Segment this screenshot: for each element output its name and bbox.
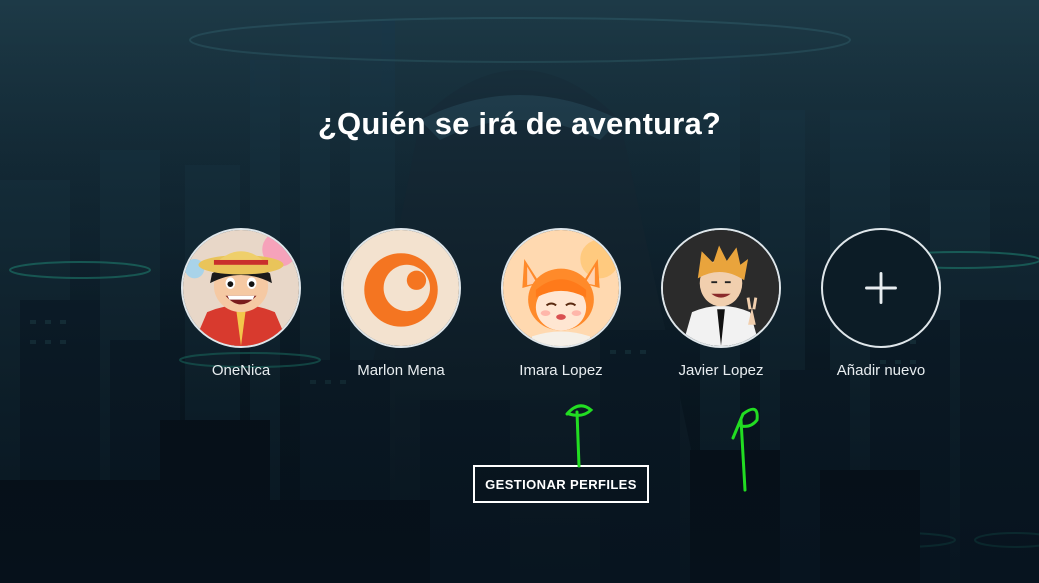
- page-title: ¿Quién se irá de aventura?: [317, 106, 722, 141]
- luffy-avatar[interactable]: [181, 228, 301, 348]
- profile-name: Marlon Mena: [357, 362, 445, 379]
- profile-name: Añadir nuevo: [836, 362, 926, 379]
- profile-name: Imara Lopez: [519, 362, 603, 379]
- crunchyroll-logo-avatar[interactable]: [341, 228, 461, 348]
- profile-card-imara-lopez[interactable]: Imara Lopez: [499, 228, 623, 379]
- profile-card-marlon-mena[interactable]: Marlon Mena: [339, 228, 463, 379]
- profile-name: Javier Lopez: [678, 362, 764, 379]
- plus-icon: [865, 272, 897, 304]
- add-profile-button[interactable]: Añadir nuevo: [819, 228, 943, 379]
- denji-avatar[interactable]: [661, 228, 781, 348]
- manage-profiles-button[interactable]: GESTIONAR PERFILES: [473, 465, 649, 503]
- profile-card-onenica[interactable]: OneNica: [179, 228, 303, 379]
- fox-girl-avatar[interactable]: [501, 228, 621, 348]
- add-profile-avatar[interactable]: [821, 228, 941, 348]
- profile-card-javier-lopez[interactable]: Javier Lopez: [659, 228, 783, 379]
- profile-list: OneNica Marlon Mena Imara Lopez Javier L…: [179, 228, 944, 388]
- profile-name: OneNica: [211, 362, 271, 379]
